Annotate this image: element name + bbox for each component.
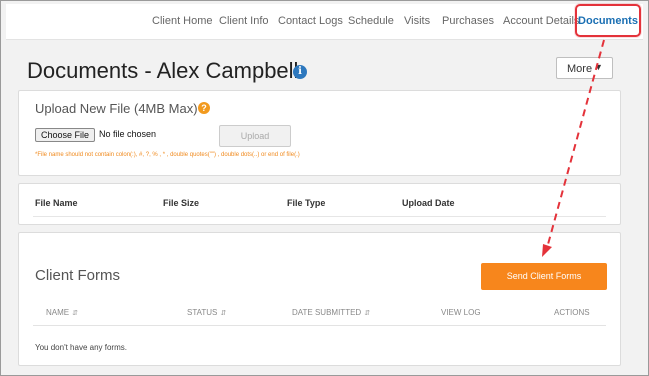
nav-item-schedule[interactable]: Schedule xyxy=(348,15,394,27)
page-title: Documents - Alex Campbell xyxy=(27,58,299,83)
column-header-file-name[interactable]: File Name xyxy=(35,198,78,208)
files-table: File Name File Size File Type Upload Dat… xyxy=(18,183,621,225)
column-header-name[interactable]: NAME ⇵ xyxy=(46,308,78,317)
nav-item-contact-logs[interactable]: Contact Logs xyxy=(278,15,343,27)
nav-item-documents[interactable]: Documents xyxy=(575,4,641,37)
upload-hint: *File name should not contain colon(:), … xyxy=(35,152,300,158)
client-forms-panel: Client Forms Send Client Forms NAME ⇵ STA… xyxy=(18,232,621,366)
upload-title: Upload New File (4MB Max) xyxy=(35,101,198,116)
column-header-view-log: VIEW LOG xyxy=(441,308,481,317)
column-header-status-label: STATUS xyxy=(187,308,218,317)
chevron-down-icon: ▼ xyxy=(594,62,603,72)
column-header-name-label: NAME xyxy=(46,308,70,317)
nav-item-client-info[interactable]: Client Info xyxy=(219,15,269,27)
empty-forms-message: You don't have any forms. xyxy=(35,343,127,352)
top-nav: Client Home Client Info Contact Logs Sch… xyxy=(6,4,643,40)
column-header-date-submitted-label: DATE SUBMITTED xyxy=(292,308,362,317)
file-status-text: No file chosen xyxy=(99,129,157,139)
info-icon[interactable]: i xyxy=(293,65,307,79)
sort-icon: ⇵ xyxy=(220,310,227,317)
help-icon[interactable]: ? xyxy=(198,102,210,114)
table-divider xyxy=(33,325,606,326)
nav-item-client-home[interactable]: Client Home xyxy=(152,15,213,27)
nav-item-visits[interactable]: Visits xyxy=(404,15,430,27)
sort-icon: ⇵ xyxy=(364,310,371,317)
more-button[interactable]: More ▼ xyxy=(556,57,613,79)
column-header-file-type[interactable]: File Type xyxy=(287,198,325,208)
sort-icon: ⇵ xyxy=(72,310,78,317)
nav-item-documents-label: Documents xyxy=(578,15,638,27)
column-header-upload-date[interactable]: Upload Date xyxy=(402,198,455,208)
more-button-label: More xyxy=(567,63,593,75)
column-header-actions: ACTIONS xyxy=(554,308,590,317)
client-forms-title: Client Forms xyxy=(35,267,121,284)
column-header-status[interactable]: STATUS ⇵ xyxy=(187,308,226,317)
nav-item-purchases[interactable]: Purchases xyxy=(442,15,494,27)
table-divider xyxy=(33,216,606,217)
column-header-file-size[interactable]: File Size xyxy=(163,198,199,208)
nav-item-account-details[interactable]: Account Details xyxy=(503,15,579,27)
upload-panel: Upload New File (4MB Max) ? Choose File … xyxy=(18,90,621,176)
upload-button[interactable]: Upload xyxy=(219,125,291,147)
send-client-forms-button[interactable]: Send Client Forms xyxy=(481,263,607,290)
column-header-date-submitted[interactable]: DATE SUBMITTED ⇵ xyxy=(292,308,370,317)
choose-file-button[interactable]: Choose File xyxy=(35,128,95,142)
